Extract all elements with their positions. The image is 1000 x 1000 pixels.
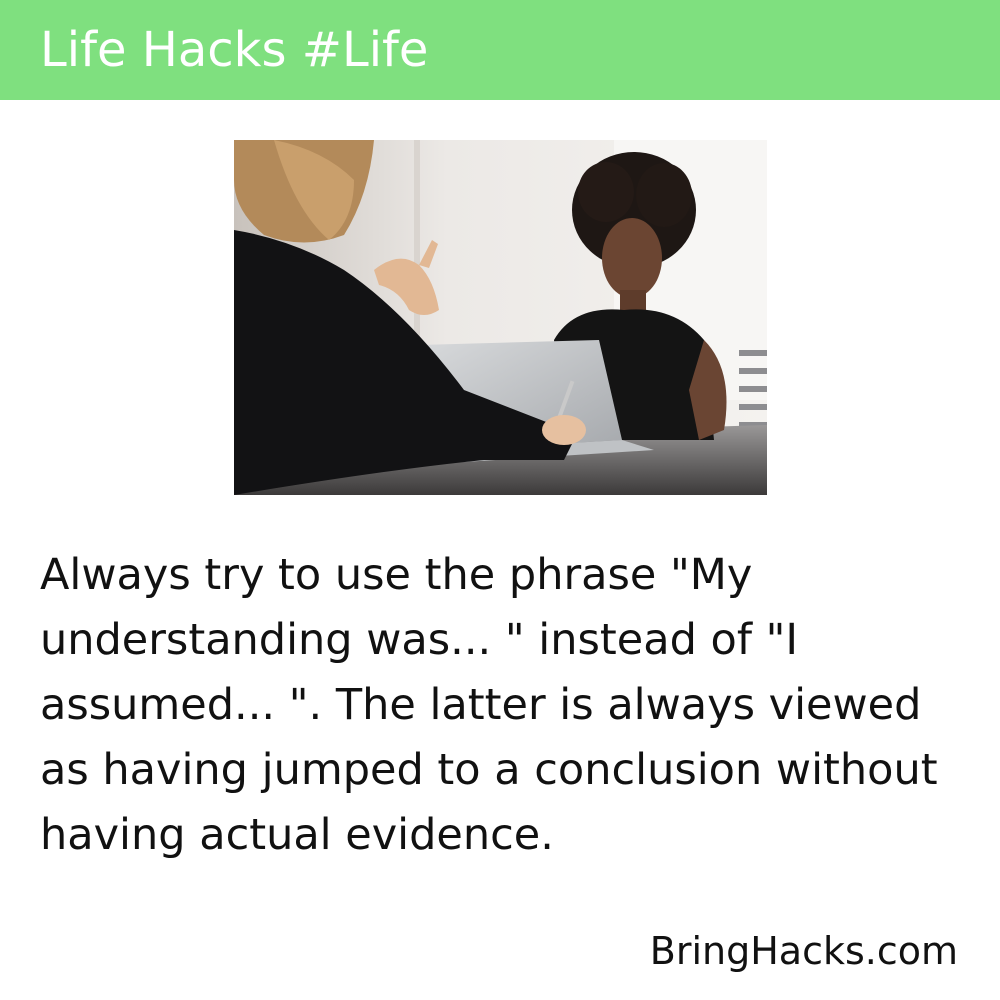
header-bar: Life Hacks #Life	[0, 0, 1000, 100]
page-title: Life Hacks #Life	[40, 22, 429, 78]
hack-card: Life Hacks #Life Always try to use the p…	[0, 0, 1000, 1000]
site-link[interactable]: BringHacks.com	[650, 926, 958, 976]
meeting-photo	[234, 140, 767, 495]
hack-text: Always try to use the phrase "My underst…	[40, 550, 938, 860]
